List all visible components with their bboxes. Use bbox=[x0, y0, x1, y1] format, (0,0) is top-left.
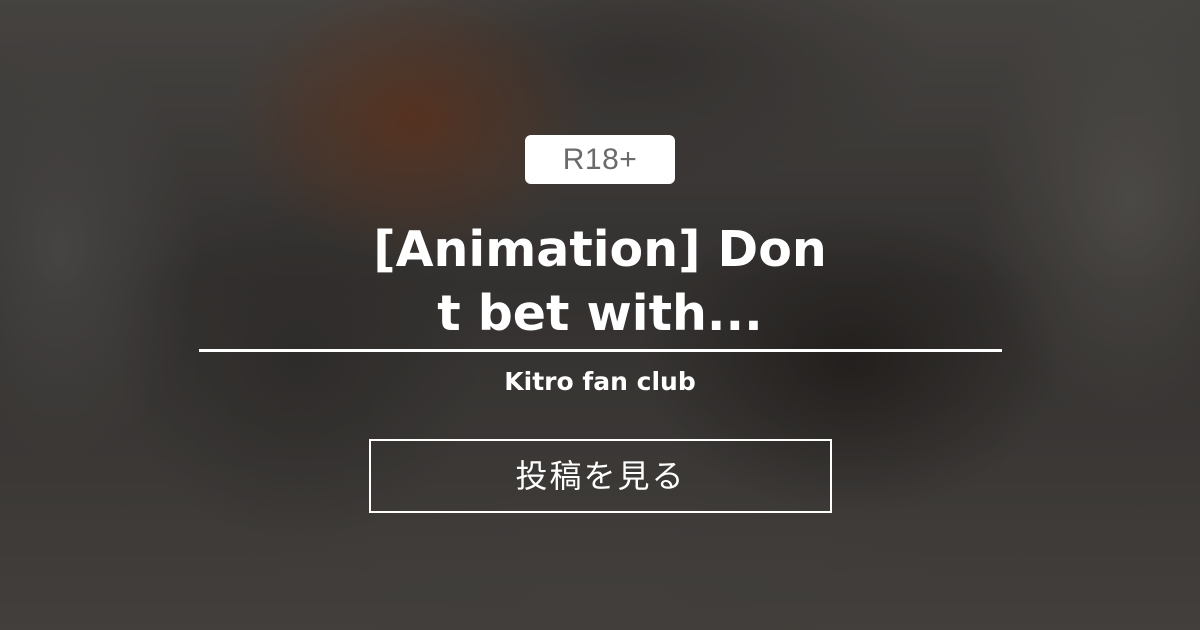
view-post-button[interactable]: 投稿を見る bbox=[369, 439, 832, 513]
share-card: R18+ [Animation] Don t bet with... Kitro… bbox=[0, 0, 1200, 630]
post-title: [Animation] Don t bet with... bbox=[373, 221, 827, 342]
age-rating-badge: R18+ bbox=[525, 135, 675, 184]
divider bbox=[199, 349, 1002, 352]
creator-name: Kitro fan club bbox=[504, 367, 696, 396]
